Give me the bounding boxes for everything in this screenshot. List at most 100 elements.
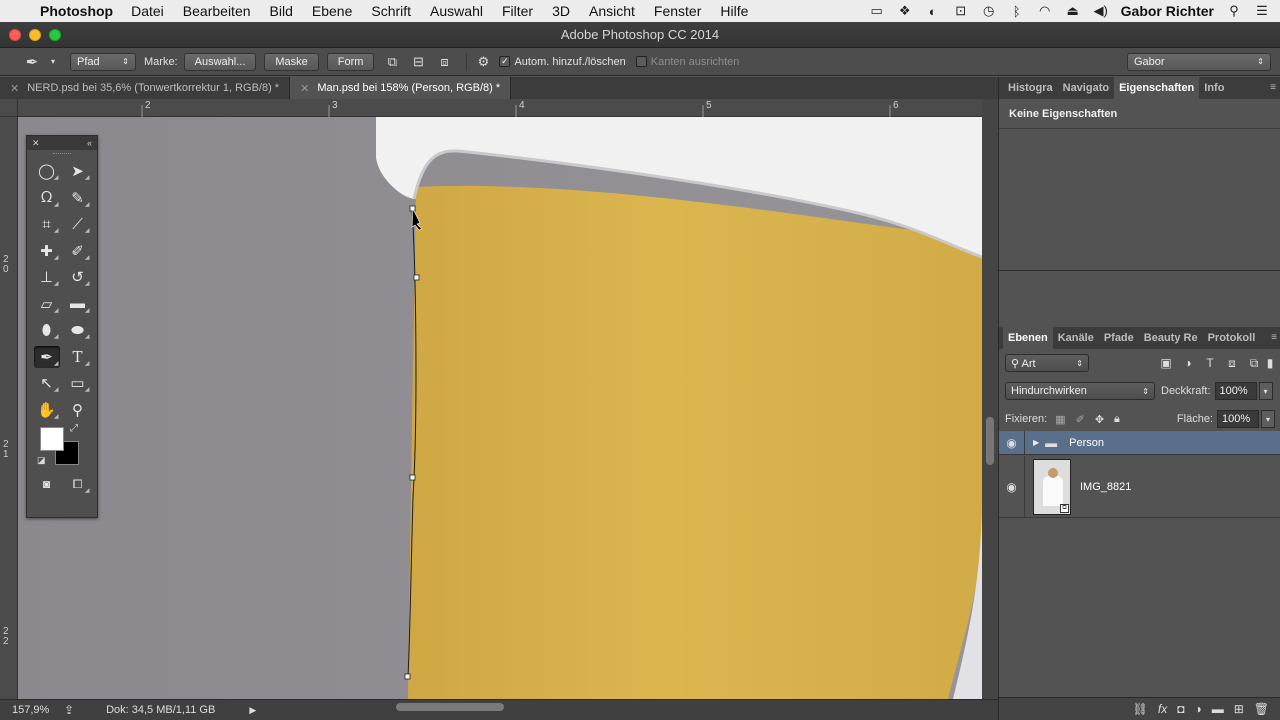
new-adjustment-layer-icon[interactable]: ◑ — [1194, 702, 1201, 716]
clone-stamp-tool-icon[interactable]: ⊥ ◢ — [34, 266, 60, 288]
menu-datei[interactable]: Datei — [131, 3, 164, 19]
path-operations-icon[interactable]: ⧉ — [382, 53, 402, 71]
layer-name[interactable]: Person — [1069, 437, 1104, 449]
healing-brush-tool-icon[interactable]: ✚ ◢ — [34, 240, 60, 262]
tab-paths[interactable]: Pfade — [1099, 327, 1139, 349]
menu-ansicht[interactable]: Ansicht — [589, 3, 635, 19]
delete-layer-icon[interactable]: 🗑︎ — [1254, 702, 1269, 716]
filter-type-icon[interactable]: T — [1199, 354, 1221, 372]
path-selection-tool-icon[interactable]: ↖ ◢ — [34, 372, 60, 394]
lock-transparency-icon[interactable]: ▦ — [1055, 413, 1065, 426]
make-shape-button[interactable]: Form — [326, 52, 375, 71]
menubar-username[interactable]: Gabor Richter — [1121, 3, 1214, 19]
preset-dropdown-icon[interactable]: ▾ — [48, 53, 58, 71]
gradient-tool-icon[interactable]: ▬ ◢ — [65, 293, 91, 315]
panel-grip[interactable] — [27, 150, 97, 158]
new-layer-icon[interactable]: ⊞ — [1234, 702, 1244, 716]
lock-image-icon[interactable]: ✐ — [1076, 413, 1085, 426]
menu-bearbeiten[interactable]: Bearbeiten — [183, 3, 251, 19]
layer-row-img-8821[interactable]: ◉ ⧉ IMG_8821 — [999, 456, 1280, 518]
auto-add-delete-checkbox[interactable]: ✓ — [499, 56, 511, 67]
tab-history[interactable]: Protokoll — [1203, 327, 1261, 349]
move-tool-icon[interactable]: ➤ ◢ — [65, 160, 91, 182]
close-tab-icon[interactable]: ✕ — [300, 82, 309, 95]
zoom-window-button[interactable] — [49, 29, 61, 41]
gear-icon[interactable]: ⚙ — [473, 53, 493, 71]
ellipse-marquee-tool-icon[interactable]: ◯ ◢ — [34, 160, 60, 182]
path-anchor-point[interactable] — [409, 205, 416, 212]
tools-panel-header[interactable]: ✕ « — [27, 136, 97, 150]
document-canvas[interactable] — [18, 117, 982, 699]
path-arrangement-icon[interactable]: ⧈ — [434, 53, 454, 71]
path-alignment-icon[interactable]: ⊟ — [408, 53, 428, 71]
history-brush-tool-icon[interactable]: ↺ ◢ — [65, 266, 91, 288]
rectangle-tool-icon[interactable]: ▭ ◢ — [65, 372, 91, 394]
time-machine-icon[interactable]: ◷ — [981, 3, 997, 18]
notification-center-icon[interactable]: ☰ — [1254, 3, 1270, 18]
zoom-level[interactable]: 157,9% — [12, 704, 58, 716]
fill-input[interactable]: 100% — [1217, 410, 1259, 428]
eyedropper-tool-icon[interactable]: ⟋ ◢ — [65, 213, 91, 235]
pen-tool-preset-icon[interactable]: ✒ — [22, 53, 42, 71]
menu-schrift[interactable]: Schrift — [371, 3, 411, 19]
close-panel-icon[interactable]: ✕ — [32, 138, 40, 149]
path-anchor-point[interactable] — [413, 274, 420, 281]
share-icon[interactable]: ⇪ — [64, 703, 74, 717]
panel-menu-icon[interactable]: ≡ — [1271, 332, 1277, 343]
lock-position-icon[interactable]: ✥ — [1095, 413, 1104, 426]
make-mask-button[interactable]: Maske — [264, 52, 319, 71]
app-status-icon[interactable]: ◐ — [925, 4, 941, 19]
vertical-ruler[interactable]: 2 0 2 1 2 2 — [0, 117, 18, 699]
vertical-scrollbar[interactable] — [982, 99, 998, 699]
horizontal-scroll-thumb[interactable] — [396, 703, 504, 711]
eject-icon[interactable]: ⏏ — [1065, 3, 1081, 18]
menu-ebene[interactable]: Ebene — [312, 3, 352, 19]
layer-name[interactable]: IMG_8821 — [1080, 481, 1131, 493]
bluetooth-icon[interactable]: ᛒ — [1009, 4, 1025, 19]
new-group-icon[interactable]: ▬ — [1212, 702, 1224, 716]
lock-all-icon[interactable]: 🔒︎ — [1114, 413, 1120, 426]
menu-3d[interactable]: 3D — [552, 3, 570, 19]
crop-tool-icon[interactable]: ⌗ ◢ — [34, 213, 60, 235]
tab-layers[interactable]: Ebenen — [1003, 327, 1053, 349]
tab-man-psd[interactable]: ✕ Man.psd bei 158% (Person, RGB/8) * — [290, 77, 512, 99]
path-anchor-point[interactable] — [409, 474, 416, 481]
brush-tool-icon[interactable]: ✐ ◢ — [65, 240, 91, 262]
airplay-icon[interactable]: ▭ — [869, 3, 885, 18]
swap-colors-icon[interactable]: ⤢ — [70, 423, 78, 434]
horizontal-ruler[interactable]: 2 3 4 5 6 — [18, 99, 982, 117]
align-edges-checkbox[interactable] — [635, 56, 647, 67]
tab-histogram[interactable]: Histogra — [1003, 77, 1058, 99]
menu-app-name[interactable]: Photoshop — [40, 3, 113, 19]
default-colors-icon[interactable]: ◪ — [37, 455, 46, 466]
spotlight-search-icon[interactable]: ⚲ — [1226, 3, 1242, 18]
menu-bild[interactable]: Bild — [270, 3, 293, 19]
tab-navigator[interactable]: Navigato — [1058, 77, 1114, 99]
menu-auswahl[interactable]: Auswahl — [430, 3, 483, 19]
pen-tool-icon[interactable]: ✒ ◢ — [33, 345, 60, 368]
tab-properties[interactable]: Eigenschaften — [1114, 77, 1200, 99]
expand-group-icon[interactable]: ▶ — [1033, 438, 1039, 447]
menu-hilfe[interactable]: Hilfe — [720, 3, 748, 19]
link-layers-icon[interactable]: ⛓ — [1133, 702, 1148, 716]
screen-mode-icon[interactable]: ⧠ ◢ — [65, 473, 91, 495]
close-tab-icon[interactable]: ✕ — [10, 82, 19, 95]
wifi-icon[interactable]: ◠ — [1037, 3, 1053, 18]
add-mask-icon[interactable]: ◘ — [1177, 702, 1184, 716]
type-tool-icon[interactable]: T ◢ — [65, 346, 91, 368]
filter-smart-object-icon[interactable]: ⧉ — [1243, 354, 1265, 372]
menu-filter[interactable]: Filter — [502, 3, 533, 19]
close-window-button[interactable] — [9, 29, 21, 41]
status-menu-arrow-icon[interactable]: ▶ — [249, 705, 256, 716]
tab-nerd-psd[interactable]: ✕ NERD.psd bei 35,6% (Tonwertkorrektur 1… — [0, 77, 291, 99]
panel-menu-icon[interactable]: ≡ — [1270, 82, 1276, 93]
hand-tool-icon[interactable]: ✋ ◢ — [34, 399, 60, 421]
tab-channels[interactable]: Kanäle — [1053, 327, 1099, 349]
lasso-tool-icon[interactable]: ᘯ ◢ — [34, 187, 60, 209]
volume-icon[interactable]: ◀) — [1093, 3, 1109, 18]
layer-row-person[interactable]: ◉ ▶ ▬ Person — [999, 431, 1280, 455]
pen-mode-select[interactable]: Pfad ⇕ — [70, 52, 136, 71]
screen-mirroring-icon[interactable]: ⊡ — [953, 3, 969, 18]
menu-fenster[interactable]: Fenster — [654, 3, 701, 19]
minimize-window-button[interactable] — [29, 29, 41, 41]
